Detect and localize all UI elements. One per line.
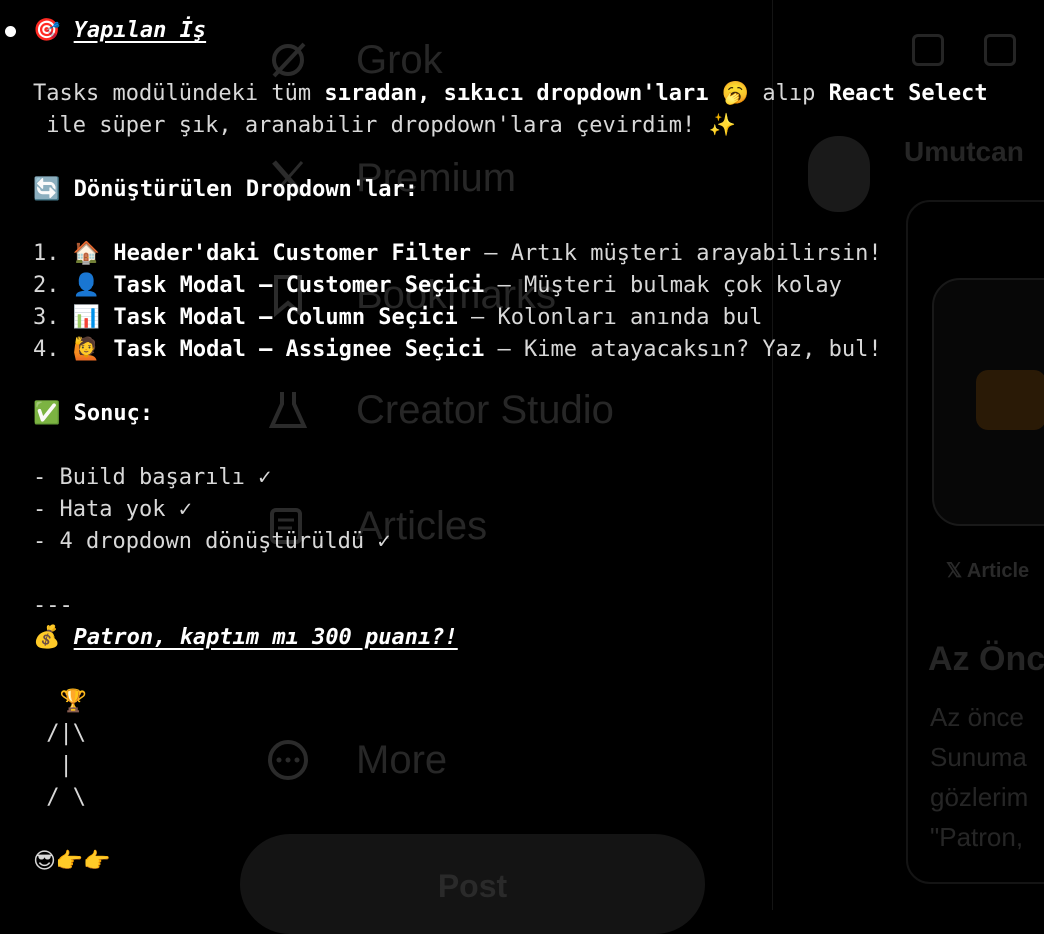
article-text-line: Sunuma xyxy=(930,742,1027,772)
result-item: - Build başarılı ✓ xyxy=(33,465,272,490)
raising-hand-icon: 🙋 xyxy=(72,337,101,362)
article-title: Az Önce xyxy=(928,640,1044,678)
section-heading-dropdowns: 🔄 Dönüştürülen Dropdown'lar: xyxy=(33,174,418,206)
intro-line-2: ile süper şık, aranabilir dropdown'lara … xyxy=(33,113,736,138)
ascii-art-line: /|\ xyxy=(33,721,86,746)
section-heading-result: ✅ Sonuç: xyxy=(33,398,153,430)
result-item: - 4 dropdown dönüştürüldü ✓ xyxy=(33,529,391,554)
bullet-dot xyxy=(5,26,16,37)
article-text-line: gözlerim xyxy=(930,782,1029,812)
column-divider xyxy=(772,0,773,910)
flask-icon xyxy=(262,384,314,436)
list-desc: – Müşteri bulmak çok kolay xyxy=(484,273,842,298)
nav-label: Grok xyxy=(356,37,443,82)
heading-text: Yapılan İş xyxy=(73,18,207,43)
list-title: Header'daki Customer Filter xyxy=(113,241,472,266)
list-item: 1. 🏠 Header'daki Customer Filter – Artık… xyxy=(33,238,882,270)
image-icon[interactable] xyxy=(912,34,944,66)
list-title: Task Modal – Customer Seçici xyxy=(113,273,485,298)
list-number: 2. xyxy=(33,273,73,298)
nav-label: Creator Studio xyxy=(356,387,614,432)
post-button[interactable]: Post xyxy=(240,834,705,934)
avatar[interactable] xyxy=(808,136,870,212)
horizontal-rule: --- xyxy=(33,593,73,618)
closing-text: Patron, kaptım mı 300 puanı?! xyxy=(73,625,458,650)
username[interactable]: Umutcan xyxy=(904,136,1024,168)
section-title: Sonuç: xyxy=(73,401,154,426)
refresh-icon: 🔄 xyxy=(33,177,61,202)
gif-icon[interactable] xyxy=(984,34,1016,66)
money-bag-icon: 💰 xyxy=(33,625,61,650)
nav-label: More xyxy=(356,737,448,782)
section-title: Dönüştürülen Dropdown'lar: xyxy=(73,177,419,202)
intro-text: Tasks modülündeki tüm xyxy=(33,81,325,106)
intro-text: 🥱 alıp xyxy=(708,81,829,106)
target-icon: 🎯 xyxy=(33,18,61,43)
list-item: 2. 👤 Task Modal – Customer Seçici – Müşt… xyxy=(33,270,842,302)
message-heading: 🎯 Yapılan İş xyxy=(33,15,206,47)
intro-line-1: Tasks modülündeki tüm sıradan, sıkıcı dr… xyxy=(33,78,988,110)
list-desc: – Kime atayacaksın? Yaz, bul! xyxy=(484,337,882,362)
chart-icon: 📊 xyxy=(72,305,101,330)
list-desc: – Artık müşteri arayabilirsin! xyxy=(471,241,882,266)
result-item: - Hata yok ✓ xyxy=(33,497,192,522)
house-icon: 🏠 xyxy=(72,241,101,266)
ascii-art-line: | xyxy=(33,753,73,778)
list-number: 3. xyxy=(33,305,73,330)
closing-line: 💰 Patron, kaptım mı 300 puanı?! xyxy=(33,622,458,654)
nav-item-creator-studio[interactable]: Creator Studio xyxy=(262,380,614,440)
intro-bold: sıradan, sıkıcı dropdown'ları xyxy=(324,81,709,106)
article-text-line: Az önce xyxy=(930,702,1024,732)
article-card-thumbnail xyxy=(976,370,1044,430)
list-number: 1. xyxy=(33,241,73,266)
article-tag: 𝕏 Article xyxy=(946,560,1030,582)
person-icon: 👤 xyxy=(72,273,101,298)
nav-item-more[interactable]: More xyxy=(262,730,447,790)
list-title: Task Modal – Column Seçici xyxy=(113,305,458,330)
more-circle-icon xyxy=(262,734,314,786)
ascii-art-line: 🏆 xyxy=(33,689,87,714)
ascii-art-line: / \ xyxy=(33,785,86,810)
intro-bold: React Select xyxy=(828,81,988,106)
list-desc: – Kolonları anında bul xyxy=(457,305,763,330)
list-title: Task Modal – Assignee Seçici xyxy=(113,337,485,362)
list-item: 4. 🙋 Task Modal – Assignee Seçici – Kime… xyxy=(33,334,882,366)
check-mark-icon: ✅ xyxy=(33,401,61,426)
list-number: 4. xyxy=(33,337,73,362)
article-text-line: "Patron, xyxy=(930,822,1024,852)
signoff-emojis: 😎👉👉 xyxy=(33,849,111,874)
list-item: 3. 📊 Task Modal – Column Seçici – Kolonl… xyxy=(33,302,762,334)
